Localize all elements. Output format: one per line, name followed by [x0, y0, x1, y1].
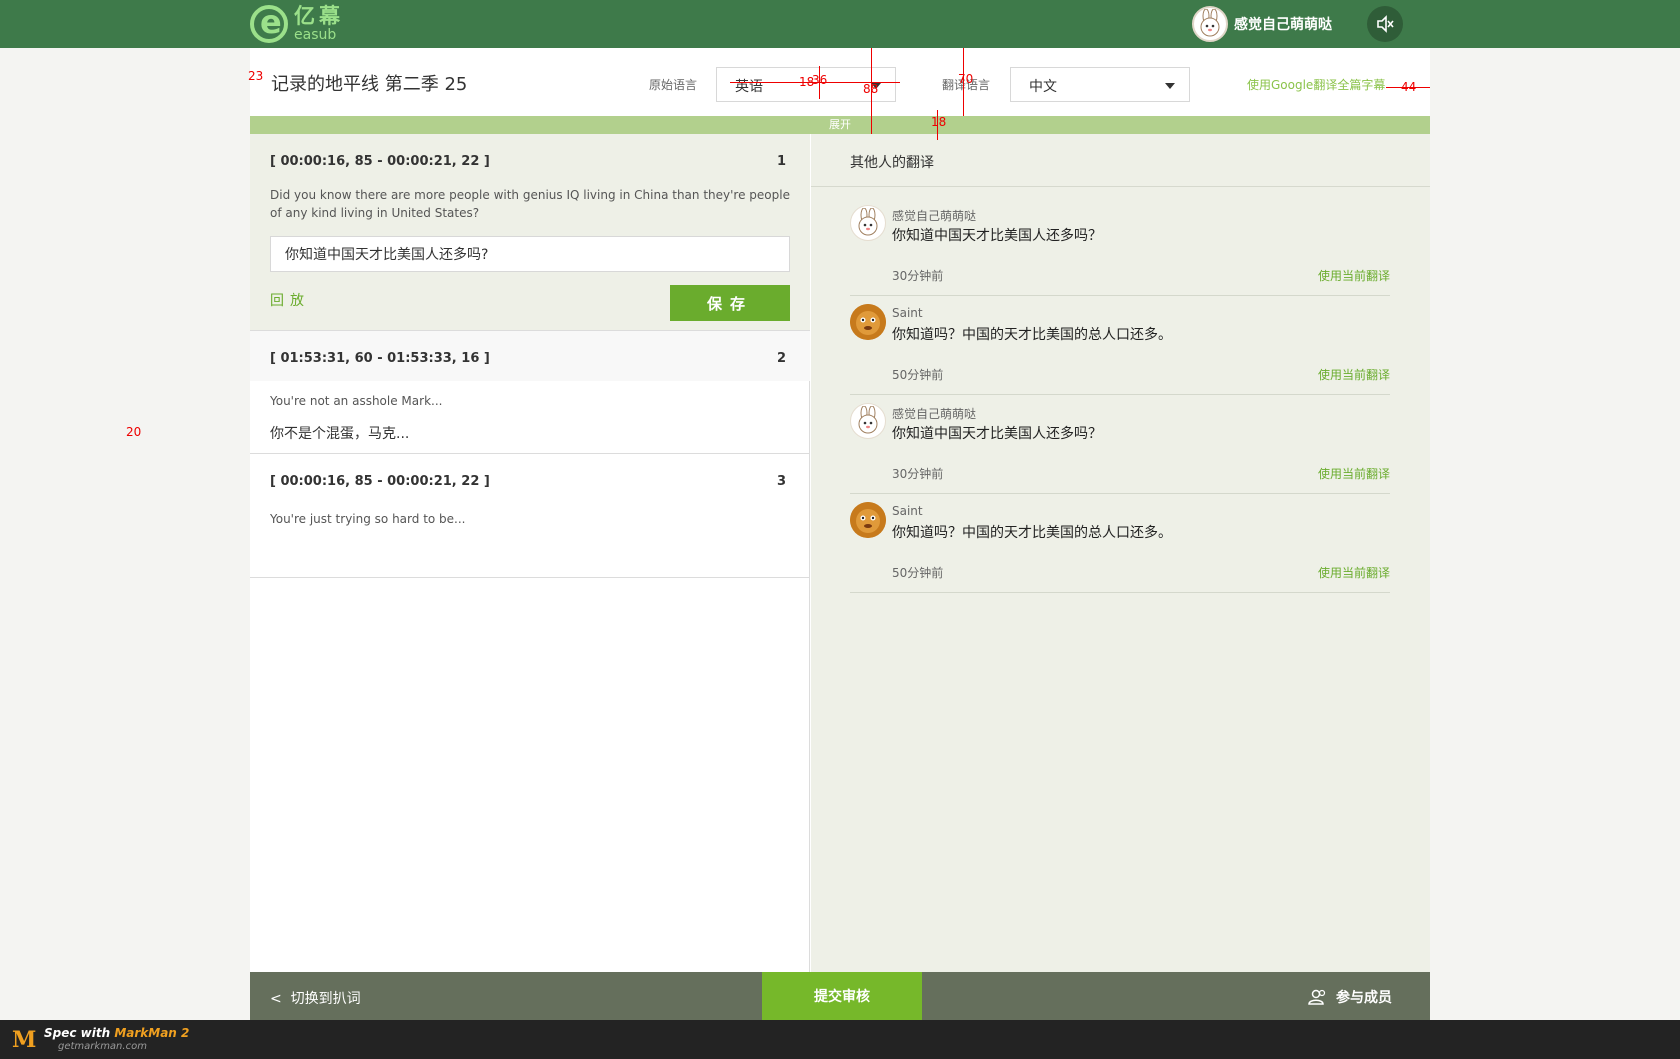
use-translation-link[interactable]: 使用当前翻译 [1318, 564, 1390, 581]
logo-cn-text: 亿幕 [294, 4, 344, 28]
easub-logo[interactable]: 亿幕 easub [250, 3, 344, 43]
translation-item: Saint 你知道吗？中国的天才比美国的总人口还多。 50分钟前 使用当前翻译 [850, 296, 1390, 395]
volume-mute-icon [1377, 15, 1394, 33]
segment-number: 2 [776, 351, 786, 366]
editor-card: 记录的地平线 第二季 25 原始语言 英语 翻译语言 中文 使用Google翻译… [250, 48, 1430, 1020]
markman-footer: M Spec with MarkMan 2 getmarkman.com [0, 1020, 1680, 1059]
segment-item[interactable]: [ 00:00:16, 85 - 00:00:21, 22 ] 3 You're… [250, 454, 810, 578]
segment-number: 1 [776, 154, 786, 169]
segment-item[interactable]: [ 01:53:31, 60 - 01:53:33, 16 ] 2 You're… [250, 331, 810, 454]
segment-number: 3 [776, 474, 786, 489]
translation-text: 你知道中国天才比美国人还多吗？ [892, 426, 1102, 442]
markman-spec-text: Spec with MarkMan 2 [44, 1026, 190, 1040]
markman-url: getmarkman.com [58, 1041, 147, 1052]
user-menu[interactable]: 感觉自己萌萌哒 [1192, 6, 1332, 42]
bunny-avatar-icon [850, 205, 886, 241]
markman-logo-icon: M [12, 1027, 37, 1053]
target-language-value: 中文 [1029, 79, 1057, 95]
logo-mark-icon [250, 3, 288, 43]
save-button[interactable]: 保存 [670, 285, 790, 321]
translation-time: 50分钟前 [892, 368, 944, 382]
segment-time: [ 00:00:16, 85 - 00:00:21, 22 ] [270, 474, 490, 489]
translation-text: 你知道吗？中国的天才比美国的总人口还多。 [892, 327, 1172, 343]
user-avatar[interactable] [1192, 6, 1228, 42]
annotation-20: 20 [126, 425, 142, 439]
replay-button[interactable]: 回放 [270, 290, 310, 310]
translator-name: Saint [892, 504, 923, 518]
chevron-down-icon [1165, 83, 1175, 89]
bunny-avatar-icon [1200, 9, 1220, 37]
translation-item: 感觉自己萌萌哒 你知道中国天才比美国人还多吗？ 30分钟前 使用当前翻译 [850, 395, 1390, 494]
chevron-left-icon: < [270, 991, 291, 1007]
translator-name: 感觉自己萌萌哒 [892, 407, 977, 421]
bunny-avatar-icon [850, 403, 886, 439]
segment-item[interactable]: [ 00:00:16, 85 - 00:00:21, 22 ] 1 Did yo… [250, 134, 810, 331]
translator-name: Saint [892, 306, 923, 320]
translator-name: 感觉自己萌萌哒 [892, 209, 977, 223]
segment-source-text: You're not an asshole Mark... [270, 394, 443, 408]
translation-input[interactable] [270, 236, 790, 272]
face-avatar-icon [850, 502, 886, 538]
members-label: 参与成员 [1336, 990, 1392, 1006]
members-icon [1308, 989, 1326, 1005]
use-translation-link[interactable]: 使用当前翻译 [1318, 366, 1390, 383]
translation-text: 你知道中国天才比美国人还多吗？ [892, 228, 1102, 244]
bottom-bar: < 切换到扒词 提交审核 参与成员 [250, 972, 1430, 1020]
translation-item: Saint 你知道吗？中国的天才比美国的总人口还多。 50分钟前 使用当前翻译 [850, 494, 1390, 593]
segment-list: [ 00:00:16, 85 - 00:00:21, 22 ] 1 Did yo… [250, 134, 810, 972]
segment-time: [ 01:53:31, 60 - 01:53:33, 16 ] [270, 351, 490, 366]
segment-translation: 你不是个混蛋，马克... [270, 426, 410, 442]
use-translation-link[interactable]: 使用当前翻译 [1318, 267, 1390, 284]
switch-label: 切换到扒词 [290, 991, 361, 1007]
members-button[interactable]: 参与成员 [1308, 987, 1392, 1007]
translation-time: 50分钟前 [892, 566, 944, 580]
source-language-label: 原始语言 [649, 78, 698, 92]
translation-item: 感觉自己萌萌哒 你知道中国天才比美国人还多吗？ 30分钟前 使用当前翻译 [850, 197, 1390, 296]
page-title: 记录的地平线 第二季 25 [271, 74, 468, 95]
segment-time: [ 00:00:16, 85 - 00:00:21, 22 ] [270, 154, 490, 169]
target-language-select[interactable]: 中文 [1010, 67, 1190, 102]
translation-time: 30分钟前 [892, 269, 944, 283]
other-translations-title: 其他人的翻译 [850, 155, 934, 171]
submit-review-button[interactable]: 提交审核 [762, 972, 922, 1020]
top-header: 亿幕 easub 感觉自己萌萌哒 [0, 0, 1680, 48]
annotation-70: 70 [958, 72, 974, 86]
mute-button[interactable] [1367, 6, 1403, 42]
translation-time: 30分钟前 [892, 467, 944, 481]
expand-bar[interactable]: 展开 [250, 116, 1430, 134]
other-translations-panel: 其他人的翻译 感觉自己萌萌哒 你知道中国天才比美国人还多吗？ 30分钟前 使用当… [811, 134, 1430, 972]
segment-source-text: You're just trying so hard to be... [270, 512, 466, 526]
switch-to-transcribe-button[interactable]: < 切换到扒词 [270, 988, 361, 1008]
logo-en-text: easub [294, 27, 337, 43]
translation-text: 你知道吗？中国的天才比美国的总人口还多。 [892, 525, 1172, 541]
face-avatar-icon [850, 304, 886, 340]
annotation-18b: 18 [931, 115, 947, 129]
google-translate-link[interactable]: 使用Google翻译全篇字幕 [1247, 76, 1385, 93]
annotation-23: 23 [248, 69, 264, 83]
user-name[interactable]: 感觉自己萌萌哒 [1234, 14, 1332, 34]
use-translation-link[interactable]: 使用当前翻译 [1318, 465, 1390, 482]
segment-source-text: Did you know there are more people with … [270, 188, 790, 220]
